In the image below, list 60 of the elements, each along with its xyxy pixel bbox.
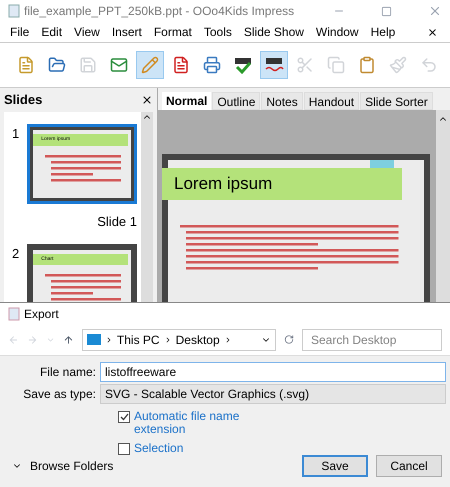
view-tab[interactable]: Handout [304, 92, 360, 110]
path-segment[interactable]: Desktop [176, 330, 220, 349]
menu-item[interactable]: File [4, 23, 36, 41]
file-type-dropdown[interactable]: SVG - Scalable Vector Graphics (.svg) [100, 384, 446, 404]
panel-title: Slides [4, 91, 42, 110]
file-name-field[interactable]: listoffreeware [100, 362, 446, 382]
printer-icon [203, 56, 221, 74]
checkbox-label[interactable]: Selection [134, 442, 244, 455]
menu-item[interactable]: Slide Show [238, 23, 310, 41]
app-icon [8, 4, 20, 18]
brush-icon [389, 56, 407, 74]
save-icon [79, 56, 97, 74]
mail-icon [110, 56, 128, 74]
menu-item[interactable]: Edit [35, 23, 68, 41]
copy-icon [327, 56, 345, 74]
clipboard-icon [358, 56, 376, 74]
spellcheck-icon [264, 56, 284, 74]
monitor-icon [86, 334, 101, 346]
folder-icon [48, 56, 66, 74]
menu-item[interactable]: Help [364, 23, 402, 41]
view-tab[interactable]: Slide Sorter [360, 92, 433, 110]
menu-item[interactable]: Tools [198, 23, 238, 41]
search-field[interactable]: Search Desktop [302, 328, 442, 351]
slide-label: Slide 1 [97, 213, 137, 231]
menu-item[interactable]: Format [148, 23, 198, 41]
close-icon[interactable] [141, 94, 153, 106]
field-label: File name: [38, 364, 96, 381]
address-bar[interactable]: This PC Desktop [82, 328, 276, 351]
menu-item[interactable]: Insert [106, 23, 148, 41]
slide-title: Lorem ipsum [162, 168, 402, 200]
scissors-icon [296, 56, 314, 74]
dialog-icon [8, 306, 20, 321]
refresh-icon[interactable] [284, 334, 294, 346]
field-label: Save as type: [22, 386, 96, 403]
dialog-button[interactable]: Save [302, 455, 368, 477]
browse-folders-button[interactable]: Browse Folders [12, 457, 114, 475]
dialog-button[interactable]: Cancel [376, 455, 442, 477]
view-tab[interactable]: Outline [212, 92, 260, 110]
slide-number: 1 [12, 125, 20, 143]
pencil-icon [141, 56, 159, 74]
up-icon[interactable] [62, 334, 74, 346]
undo-icon [420, 56, 438, 74]
check-icon [120, 413, 128, 421]
toolbar-button[interactable] [260, 51, 288, 79]
dialog-title: Export [24, 306, 59, 323]
view-tab[interactable]: Normal [162, 92, 212, 110]
pdf-icon [172, 56, 190, 74]
checkbox[interactable] [118, 411, 130, 423]
spellcheck-icon [233, 56, 253, 74]
document-icon [17, 56, 35, 74]
checkbox[interactable] [118, 443, 130, 455]
slide-number: 2 [12, 244, 20, 262]
checkbox-label[interactable]: Automatic file name extension [134, 410, 244, 436]
window-title: file_example_PPT_250kB.ppt - OOo4Kids Impress [24, 3, 296, 20]
maximize-icon[interactable] [381, 6, 392, 16]
path-segment[interactable]: This PC [116, 330, 160, 349]
menu-item[interactable]: Window [310, 23, 365, 41]
view-tab[interactable]: Notes [261, 92, 303, 110]
close-document-icon[interactable] [427, 26, 438, 38]
menu-item[interactable]: View [68, 23, 106, 41]
